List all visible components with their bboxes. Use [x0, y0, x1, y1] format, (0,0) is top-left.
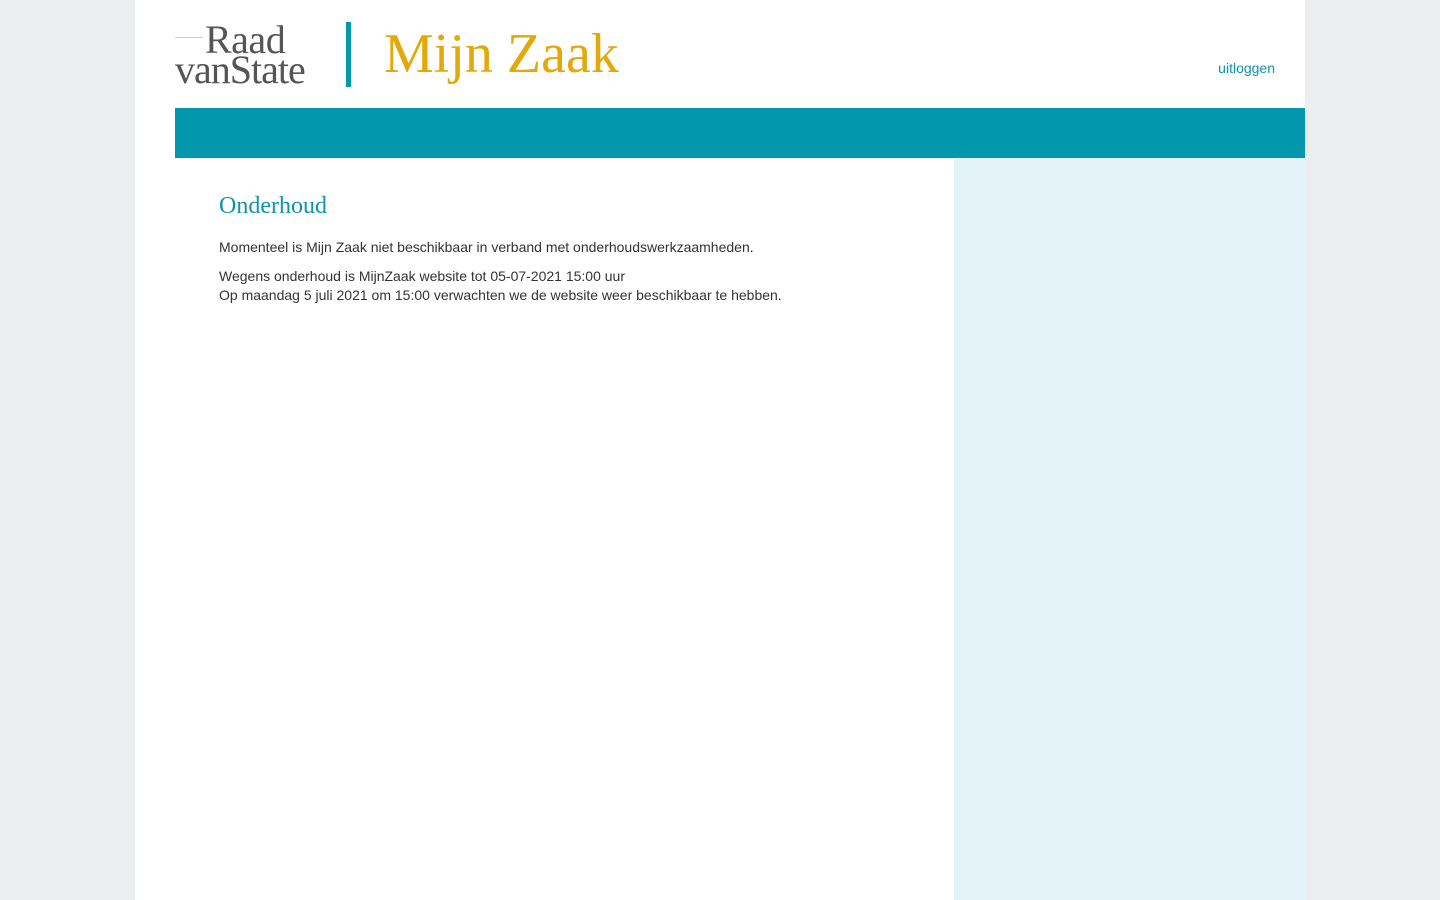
logo-decoration-line [175, 37, 203, 38]
raad-van-state-logo[interactable]: Raad vanState [175, 20, 320, 90]
expected-availability-text: Op maandag 5 juli 2021 om 15:00 verwacht… [219, 287, 782, 303]
header-divider [346, 22, 351, 87]
page-container: Raad vanState Mijn Zaak uitloggen Onderh… [135, 0, 1305, 900]
maintenance-details: Wegens onderhoud is MijnZaak website tot… [219, 267, 782, 305]
page-title: Onderhoud [219, 193, 327, 219]
sidebar-panel [954, 158, 1305, 900]
main-content: Onderhoud Momenteel is Mijn Zaak niet be… [175, 158, 954, 900]
navigation-bar [175, 108, 1305, 158]
app-title: Mijn Zaak [384, 23, 619, 85]
maintenance-until-text: Wegens onderhoud is MijnZaak website tot… [219, 268, 625, 284]
site-header: Raad vanState Mijn Zaak uitloggen [135, 0, 1305, 108]
logo-text-van-state: vanState [175, 47, 306, 92]
logout-link[interactable]: uitloggen [1218, 59, 1275, 77]
maintenance-message: Momenteel is Mijn Zaak niet beschikbaar … [219, 239, 754, 255]
